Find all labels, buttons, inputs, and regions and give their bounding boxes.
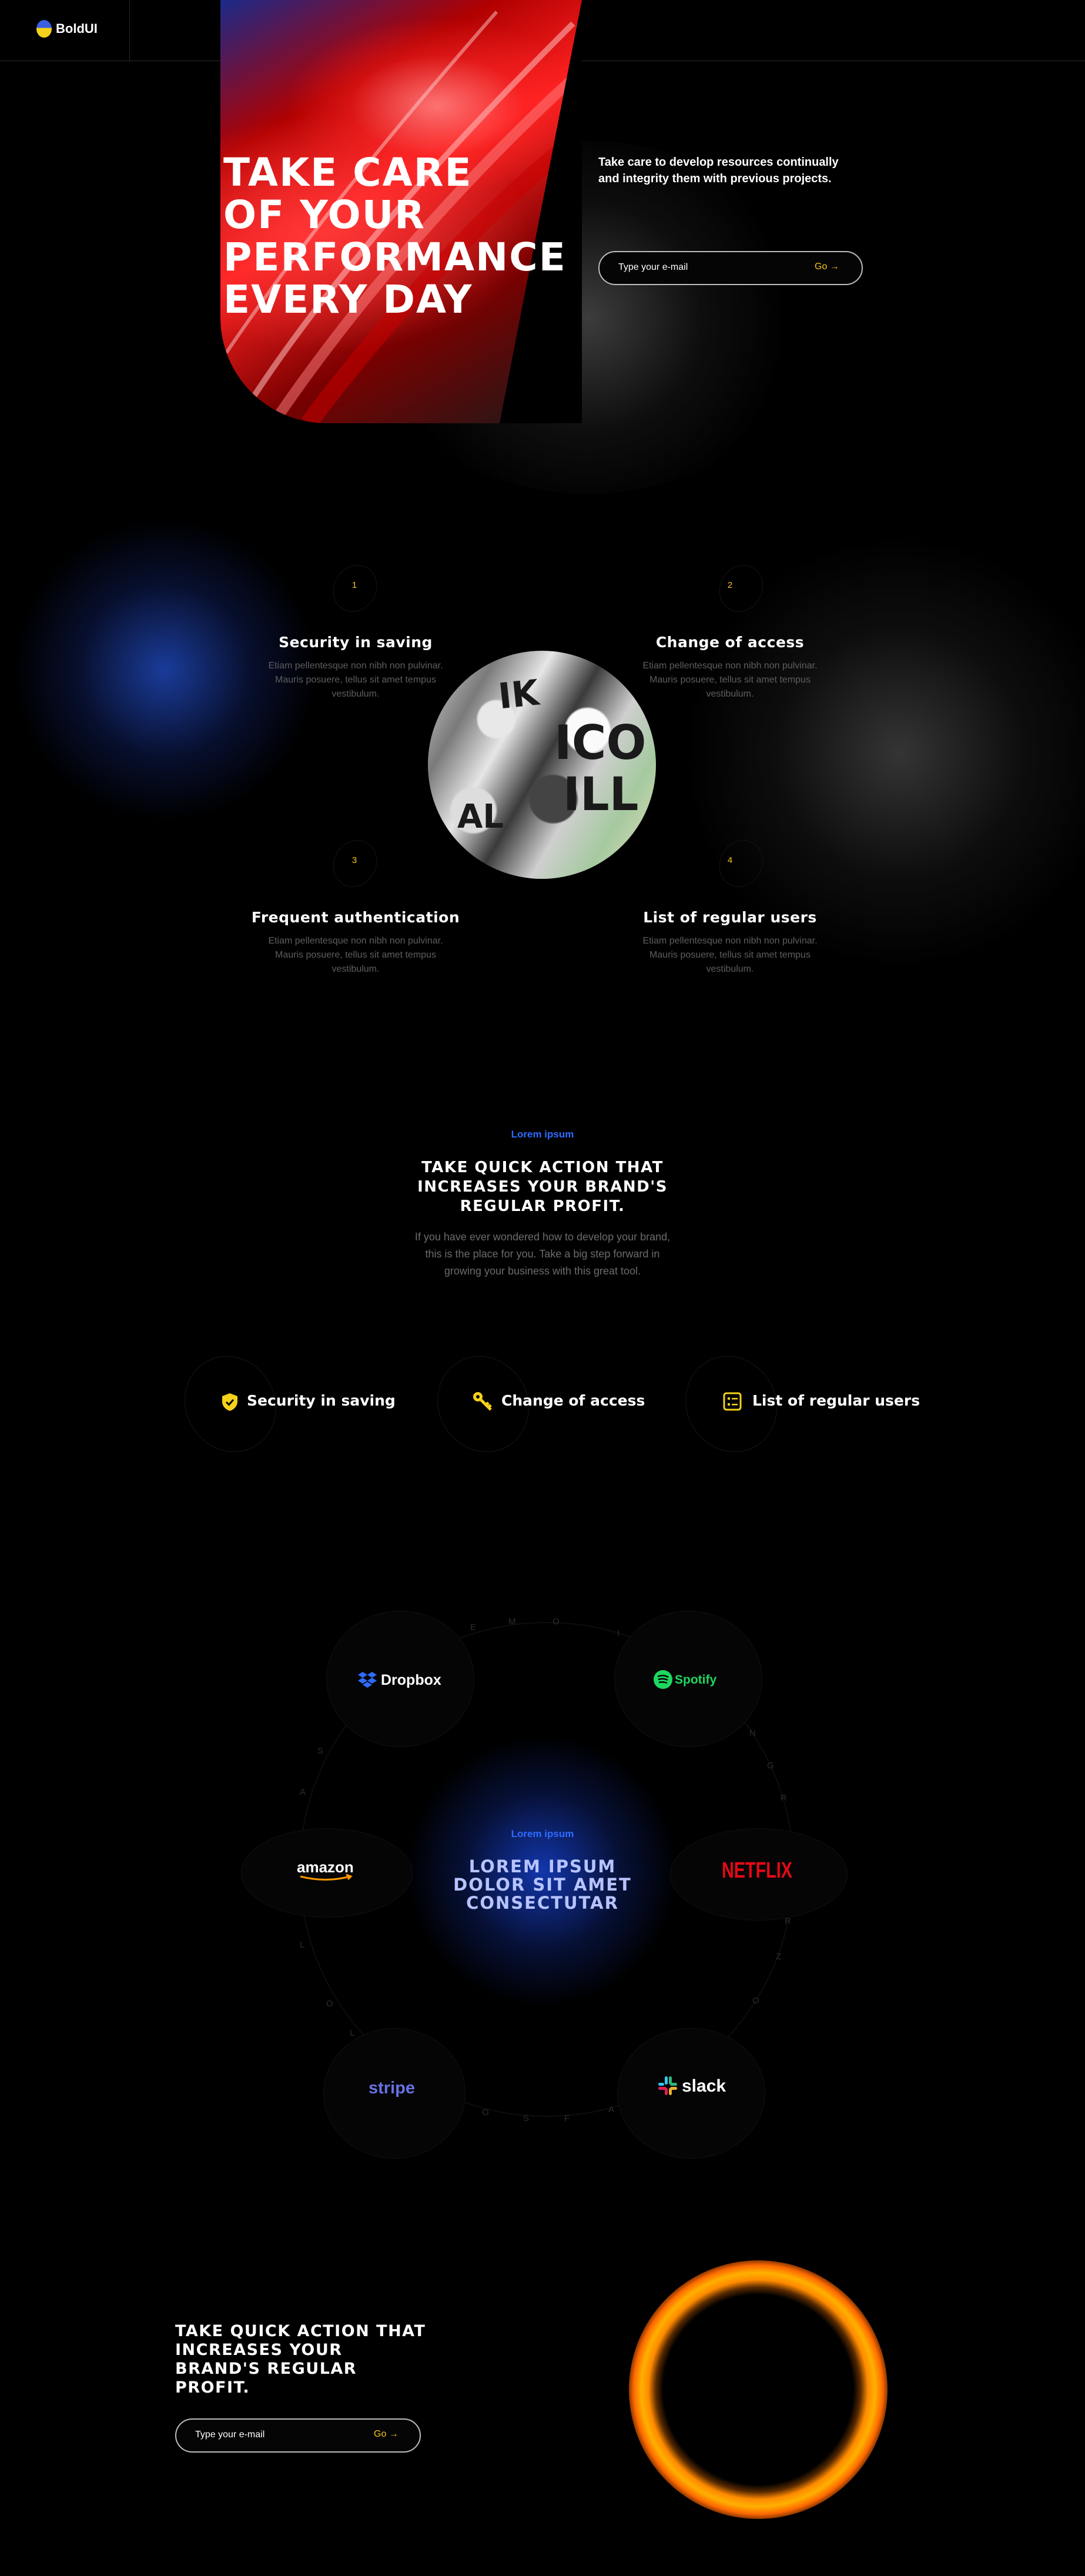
feature-description: Etiam pellentesque non nibh non pulvinar… — [642, 936, 818, 974]
feature-number: 4 — [727, 855, 733, 865]
dropbox-logo[interactable]: Dropbox — [357, 1670, 461, 1692]
stripe-logo[interactable]: stripe — [369, 2077, 421, 2101]
logo-icon — [36, 20, 52, 38]
feature-title: List of regular users — [643, 909, 817, 926]
partner-logo-text: stripe — [369, 2079, 415, 2097]
feature-number: 1 — [351, 580, 357, 590]
partners-eyebrow: Lorem ipsum — [511, 1828, 574, 1839]
spotify-logo[interactable]: Spotify — [652, 1669, 723, 1693]
section-eyebrow: Lorem ipsum — [511, 1129, 574, 1140]
bottom-email-form: Go → — [175, 2418, 421, 2453]
fire-ring-image — [592, 2224, 924, 2555]
partners-title: LOREM IPSUM DOLOR SIT AMET CONSECTUTAR — [453, 1856, 632, 1913]
partner-logo-text: Spotify — [675, 1673, 716, 1687]
cta-title: TAKE QUICK ACTION THAT INCREASES YOUR BR… — [417, 1159, 668, 1215]
feature-title: Frequent authentication — [251, 909, 460, 926]
hero-email-form: Go → — [598, 251, 863, 285]
hero-title-line: TAKE CARE — [223, 150, 473, 195]
hero-title-line: PERFORMANCE — [223, 235, 567, 280]
hero-title: TAKE CARE OF YOUR PERFORMANCE EVERY DAY — [223, 152, 600, 321]
hero-email-input[interactable] — [617, 262, 796, 273]
partner-logo-text: NETFLIX — [722, 1858, 792, 1881]
feature-number: 3 — [351, 855, 357, 865]
cta-description: If you have ever wondered how to develop… — [414, 1231, 671, 1277]
graffiti-image: IK ICO ILL AL — [428, 651, 656, 879]
hero-go-button[interactable]: Go → — [811, 261, 843, 273]
feature-number: 2 — [727, 580, 733, 590]
netflix-logo[interactable]: NETFLIX — [722, 1858, 795, 1884]
key-icon — [472, 1391, 493, 1415]
feature-description: Etiam pellentesque non nibh non pulvinar… — [268, 661, 443, 699]
feature-description: Etiam pellentesque non nibh non pulvinar… — [268, 936, 443, 974]
amazon-logo[interactable]: amazon — [297, 1858, 361, 1886]
list-icon — [723, 1392, 742, 1414]
pill-label[interactable]: Change of access — [501, 1392, 645, 1409]
shield-check-icon — [221, 1393, 239, 1414]
bottom-cta-title: TAKE QUICK ACTION THAT INCREASES YOUR BR… — [175, 2322, 426, 2397]
partner-logo-text: slack — [682, 2076, 726, 2096]
feature-title: Change of access — [655, 634, 805, 651]
slack-logo[interactable]: slack — [657, 2075, 734, 2100]
bottom-go-button[interactable]: Go → — [370, 2428, 402, 2440]
brand-name: BoldUI — [56, 21, 98, 36]
feature-title: Security in saving — [279, 634, 433, 651]
bottom-email-input[interactable] — [194, 2429, 361, 2441]
pill-label[interactable]: List of regular users — [752, 1392, 920, 1409]
feature-description: Etiam pellentesque non nibh non pulvinar… — [642, 661, 818, 699]
hero-description: Take care to develop resources continual… — [598, 156, 839, 185]
partner-logo-text: Dropbox — [381, 1672, 441, 1688]
logo-area[interactable]: BoldUI — [0, 0, 130, 61]
pill-label[interactable]: Security in saving — [247, 1392, 396, 1409]
partner-logo-text: amazon — [297, 1859, 354, 1876]
hero-title-line: OF YOUR — [223, 192, 426, 237]
hero-title-line: EVERY DAY — [223, 277, 473, 322]
